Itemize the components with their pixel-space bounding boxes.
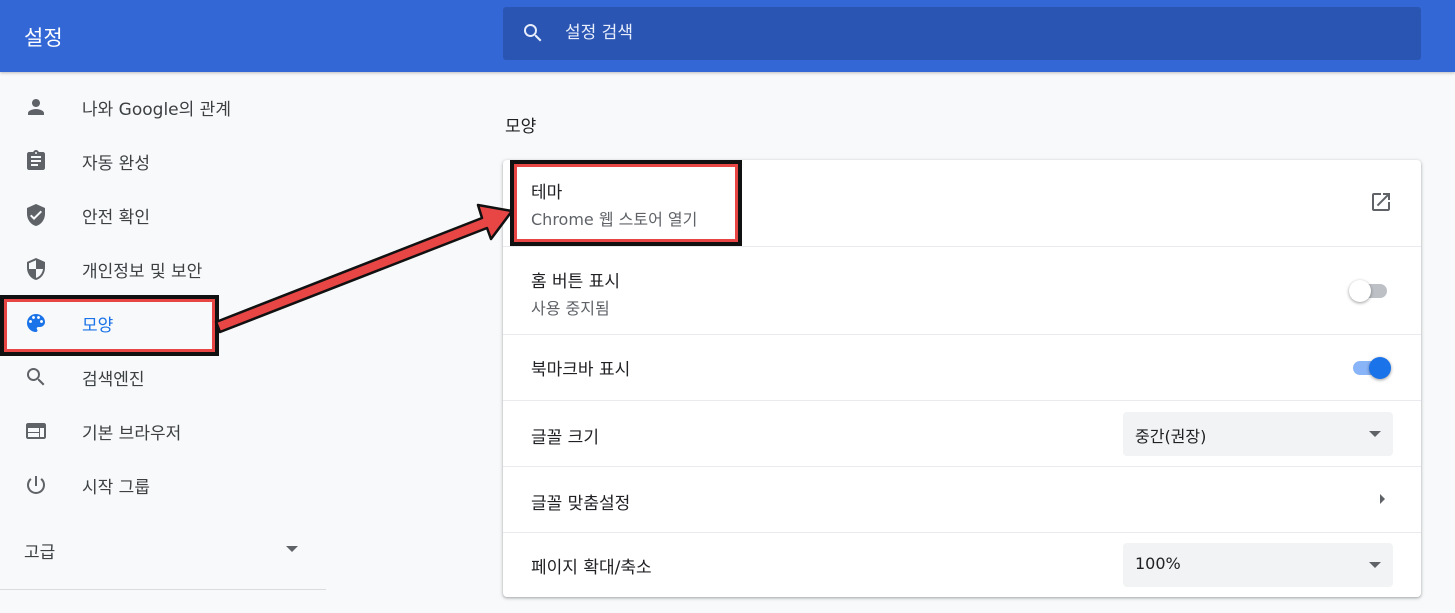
person-icon <box>28 99 44 115</box>
sidebar-item-safety-check[interactable]: 안전 확인 <box>0 188 330 242</box>
annotation-highlight-theme <box>510 160 742 246</box>
advanced-label: 고급 <box>24 543 56 563</box>
sidebar-item-you-and-google[interactable]: 나와 Google의 관계 <box>0 80 330 134</box>
toggle-knob <box>1349 280 1371 302</box>
sidebar-item-label: 시작 그룹 <box>82 478 150 498</box>
annotation-highlight-sidebar <box>0 295 219 356</box>
section-title: 모양 <box>505 117 537 137</box>
search-icon <box>27 368 45 386</box>
sidebar-item-search-engine[interactable]: 검색엔진 <box>0 350 330 404</box>
page-zoom-row: 페이지 확대/축소 100% <box>503 532 1421 597</box>
bookmarks-bar-toggle[interactable] <box>1351 356 1391 380</box>
open-in-new-icon[interactable] <box>1369 190 1393 214</box>
sidebar-item-label: 나와 Google의 관계 <box>82 100 231 120</box>
customize-fonts-row[interactable]: 글꼴 맞춤설정 <box>503 466 1421 532</box>
home-button-toggle[interactable] <box>1349 279 1391 303</box>
sidebar-item-default-browser[interactable]: 기본 브라우저 <box>0 404 330 458</box>
chevron-right-icon <box>1380 494 1385 504</box>
browser-window-icon <box>26 423 46 439</box>
customize-fonts-label: 글꼴 맞춤설정 <box>531 494 631 514</box>
sidebar-advanced-toggle[interactable]: 고급 <box>0 522 326 578</box>
search-box[interactable] <box>503 7 1421 60</box>
font-size-label: 글꼴 크기 <box>531 428 599 448</box>
sidebar-item-label: 자동 완성 <box>82 154 150 174</box>
clipboard-icon <box>27 150 45 170</box>
font-size-select[interactable]: 중간(권장) <box>1123 412 1393 456</box>
toggle-knob <box>1369 357 1391 379</box>
shield-check-icon <box>27 204 45 226</box>
font-size-row: 글꼴 크기 중간(권장) <box>503 400 1421 466</box>
search-input[interactable] <box>565 19 1265 47</box>
sidebar-item-label: 개인정보 및 보안 <box>82 262 203 282</box>
sidebar-divider <box>0 589 326 590</box>
power-icon <box>26 476 45 494</box>
sidebar-item-privacy-security[interactable]: 개인정보 및 보안 <box>0 242 330 296</box>
font-size-value: 중간(권장) <box>1135 427 1207 446</box>
sidebar-item-label: 검색엔진 <box>82 370 145 390</box>
page-zoom-select[interactable]: 100% <box>1123 543 1393 587</box>
home-button-sublabel: 사용 중지됨 <box>531 299 610 318</box>
bookmarks-bar-row[interactable]: 북마크바 표시 <box>503 334 1421 400</box>
app-title: 설정 <box>24 26 63 50</box>
dropdown-arrow-icon <box>1369 431 1381 437</box>
page-zoom-label: 페이지 확대/축소 <box>531 558 652 578</box>
sidebar-item-on-startup[interactable]: 시작 그룹 <box>0 458 330 512</box>
sidebar-item-autofill[interactable]: 자동 완성 <box>0 134 330 188</box>
shield-half-icon <box>27 258 45 280</box>
home-button-label: 홈 버튼 표시 <box>531 272 621 292</box>
chevron-down-icon <box>286 546 298 552</box>
home-button-row[interactable]: 홈 버튼 표시 사용 중지됨 <box>503 246 1421 334</box>
sidebar-item-label: 안전 확인 <box>82 208 150 228</box>
sidebar-item-label: 기본 브라우저 <box>82 424 182 444</box>
bookmarks-bar-label: 북마크바 표시 <box>531 360 631 380</box>
search-icon <box>524 24 542 42</box>
page-zoom-value: 100% <box>1135 554 1181 573</box>
dropdown-arrow-icon <box>1369 562 1381 568</box>
settings-header: 설정 <box>0 0 1455 72</box>
